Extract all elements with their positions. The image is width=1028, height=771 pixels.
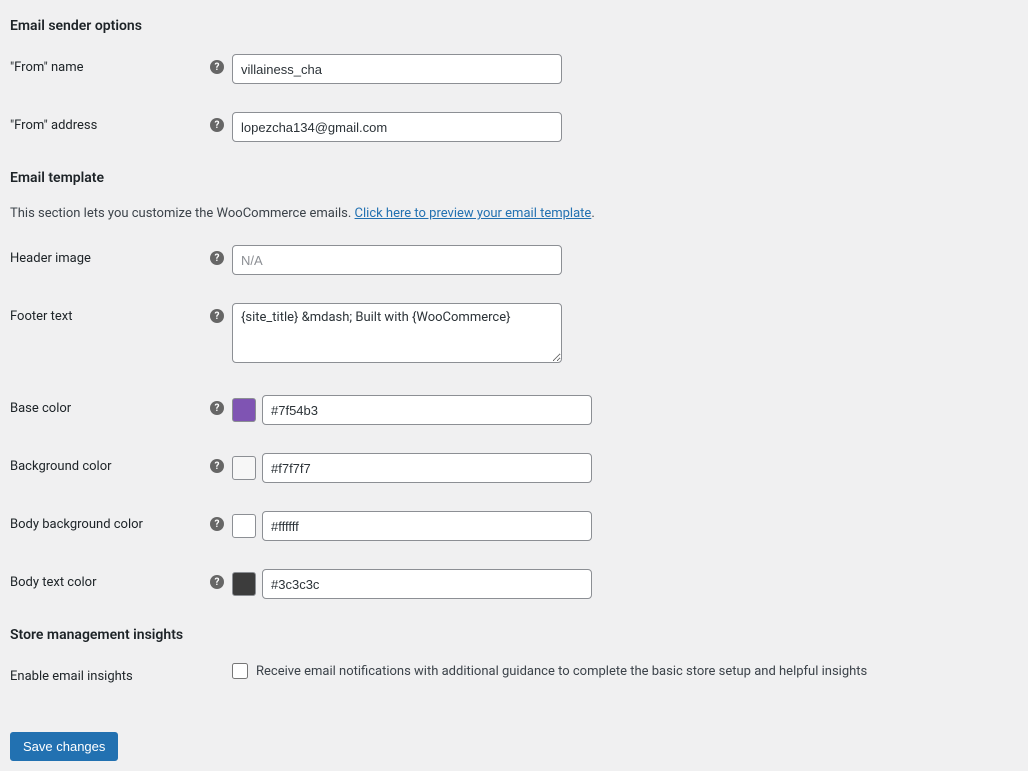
help-icon[interactable]: ? [210,118,224,132]
footer-text-label: Footer text [10,303,210,324]
base-color-label: Base color [10,395,210,416]
background-color-swatch[interactable] [232,456,256,480]
background-color-label: Background color [10,453,210,474]
enable-insights-label: Enable email insights [10,663,210,684]
body-text-color-label: Body text color [10,569,210,590]
body-bg-color-label: Body background color [10,511,210,532]
help-icon[interactable]: ? [210,251,224,265]
save-button[interactable]: Save changes [10,732,118,761]
from-address-label: "From" address [10,112,210,133]
help-icon[interactable]: ? [210,401,224,415]
background-color-input[interactable] [262,453,592,483]
header-image-input[interactable] [232,245,562,275]
header-image-label: Header image [10,245,210,266]
help-icon[interactable]: ? [210,309,224,323]
enable-insights-checkbox[interactable] [232,663,248,679]
section-heading-insights: Store management insights [10,627,1018,643]
base-color-input[interactable] [262,395,592,425]
template-description: This section lets you customize the WooC… [10,206,1018,221]
body-text-color-input[interactable] [262,569,592,599]
help-icon[interactable]: ? [210,60,224,74]
body-bg-color-input[interactable] [262,511,592,541]
preview-template-link[interactable]: Click here to preview your email templat… [355,206,592,221]
from-address-input[interactable] [232,112,562,142]
base-color-swatch[interactable] [232,398,256,422]
help-icon[interactable]: ? [210,575,224,589]
help-icon[interactable]: ? [210,459,224,473]
body-bg-color-swatch[interactable] [232,514,256,538]
body-text-color-swatch[interactable] [232,572,256,596]
from-name-input[interactable] [232,54,562,84]
enable-insights-description: Receive email notifications with additio… [256,664,867,679]
help-icon[interactable]: ? [210,517,224,531]
from-name-label: "From" name [10,54,210,75]
section-heading-template: Email template [10,170,1018,186]
footer-text-input[interactable]: {site_title} &mdash; Built with {WooComm… [232,303,562,363]
section-heading-sender: Email sender options [10,18,1018,34]
